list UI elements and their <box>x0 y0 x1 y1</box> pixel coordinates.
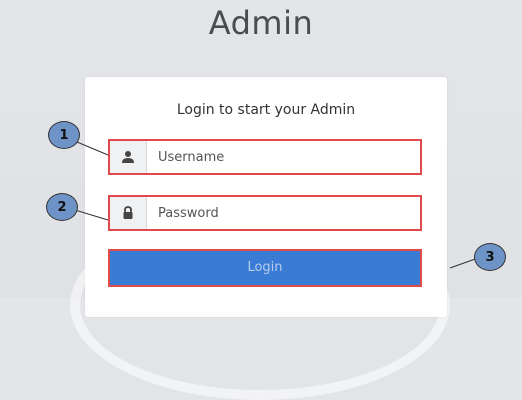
lock-icon <box>110 197 147 229</box>
user-icon <box>110 141 147 173</box>
password-field <box>108 195 422 231</box>
login-box: Login to start your Admin Login <box>85 77 447 317</box>
password-input[interactable] <box>158 203 408 223</box>
callout-marker-2: 2 <box>46 193 78 221</box>
login-box-heading: Login to start your Admin <box>176 102 356 118</box>
username-input[interactable] <box>158 147 408 167</box>
page-title: Admin <box>208 4 314 42</box>
callout-marker-1: 1 <box>48 121 80 149</box>
callout-marker-3: 3 <box>474 243 506 271</box>
username-field <box>108 139 422 175</box>
login-button[interactable]: Login <box>108 249 422 287</box>
